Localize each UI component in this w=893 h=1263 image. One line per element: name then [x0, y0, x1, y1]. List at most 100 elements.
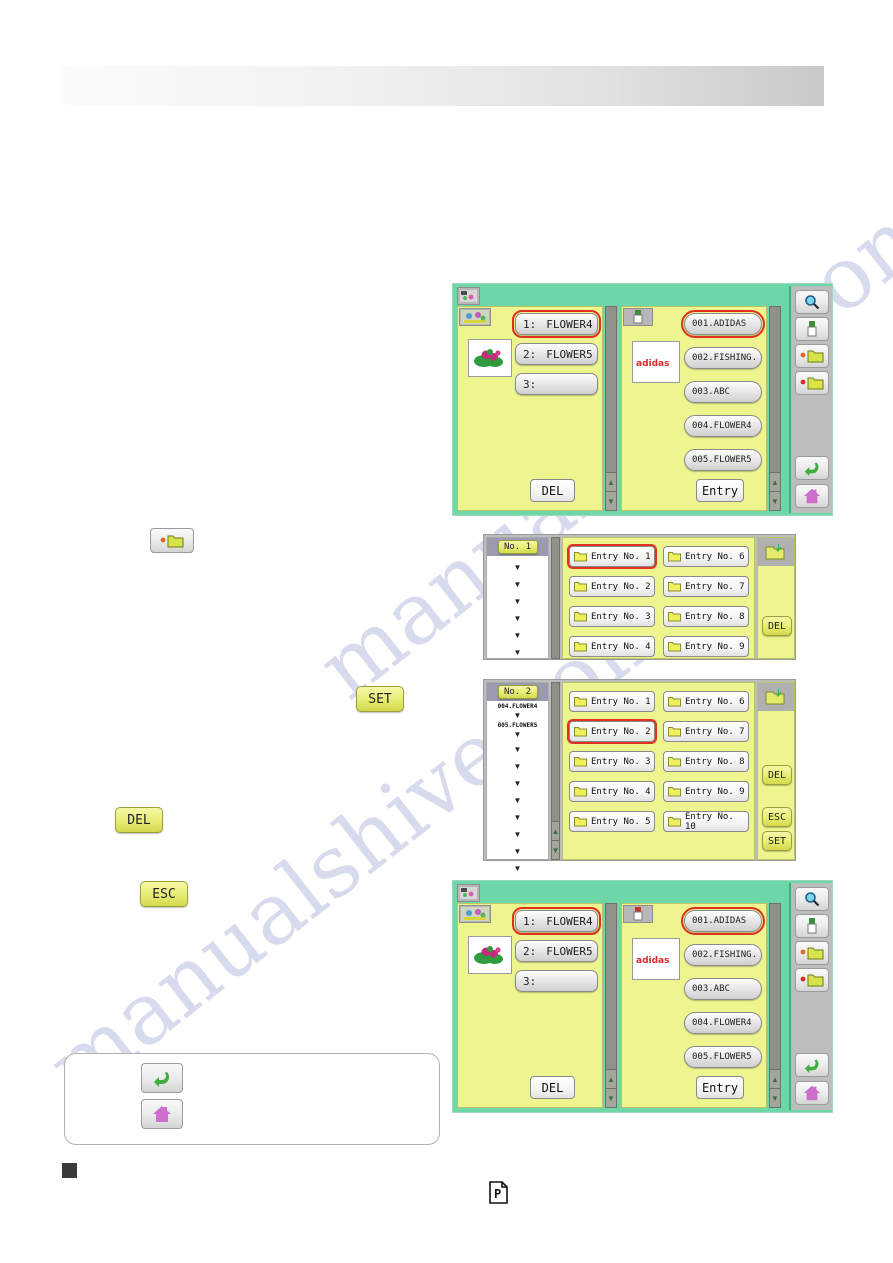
note-back-button[interactable] — [141, 1063, 183, 1093]
entry-button[interactable]: Entry No. 9 — [663, 636, 749, 657]
toolbar-home-button-2[interactable] — [795, 1081, 829, 1105]
pattern-item-3[interactable]: 3: — [515, 373, 598, 395]
left-scroll-down-arrow[interactable]: ▼ — [606, 491, 616, 510]
entry2-scrollbar[interactable]: ▲ ▼ — [551, 682, 560, 860]
right-scrollbar-thumb-2[interactable] — [770, 904, 780, 1069]
entry1-del-button[interactable]: DEL — [762, 616, 792, 636]
toolbar-search-button-2[interactable] — [795, 887, 829, 911]
memory-item-3[interactable]: 003.ABC — [684, 978, 762, 1000]
inline-del-button[interactable]: DEL — [115, 807, 163, 833]
pattern-item-2[interactable]: 2: FLOWER5 — [515, 940, 598, 962]
entry-button[interactable]: Entry No. 2 — [569, 576, 655, 597]
entry-button[interactable]: Entry No. 10 — [663, 811, 749, 832]
entry-button[interactable]: Entry No. 6 — [663, 691, 749, 712]
memory-item-5[interactable]: 005.FLOWER5 — [684, 1046, 762, 1068]
embroidery-thumb-icon — [461, 907, 489, 921]
left-scrollbar-thumb-2[interactable] — [606, 904, 616, 1069]
pattern-item-name: FLOWER5 — [546, 944, 593, 958]
entry-button[interactable]: Entry No. 8 — [663, 751, 749, 772]
toolbar-folder-button-2-2[interactable] — [795, 968, 829, 992]
toolbar-memory-button[interactable] — [795, 317, 829, 341]
toolbar-memory-button-2[interactable] — [795, 914, 829, 938]
folder-open-icon — [800, 350, 824, 363]
entry-button[interactable]: Entry No. 8 — [663, 606, 749, 627]
entry1-arrow-list: ▼ ▼ ▼ ▼ ▼ ▼ — [487, 556, 548, 661]
left-scroll-up-arrow-2[interactable]: ▲ — [606, 1069, 616, 1088]
memory-item-4[interactable]: 004.FLOWER4 — [684, 415, 762, 437]
right-entry-button-2[interactable]: Entry — [696, 1076, 744, 1099]
memory-item-2[interactable]: 002.FISHING. — [684, 347, 762, 369]
toolbar-home-button[interactable] — [795, 484, 829, 508]
toolbar-folder-button-1[interactable] — [795, 344, 829, 368]
toolbar-back-button-2[interactable] — [795, 1053, 829, 1077]
list-down-arrow: ▼ — [513, 745, 522, 754]
left-del-button[interactable]: DEL — [530, 479, 575, 502]
entry-button[interactable]: Entry No. 5 — [569, 811, 655, 832]
entry2-scroll-up-arrow[interactable]: ▲ — [552, 821, 559, 840]
entry1-scrollbar-thumb[interactable] — [552, 538, 559, 658]
left-scrollbar[interactable]: ▲ ▼ — [605, 306, 617, 511]
pattern-item-3[interactable]: 3: — [515, 970, 598, 992]
entry-button[interactable]: Entry No. 2 — [567, 719, 657, 744]
entry-button[interactable]: Entry No. 3 — [569, 606, 655, 627]
left-scrollbar-thumb[interactable] — [606, 307, 616, 472]
toolbar-folder-button-1-2[interactable] — [795, 941, 829, 965]
entry-button[interactable]: Entry No. 3 — [569, 751, 655, 772]
entry2-esc-button[interactable]: ESC — [762, 807, 792, 827]
entry-button[interactable]: Entry No. 1 — [569, 691, 655, 712]
entry2-del-button[interactable]: DEL — [762, 765, 792, 785]
folder-add-icon — [160, 535, 184, 547]
right-scrollbar-thumb[interactable] — [770, 307, 780, 472]
right-panel-header-icon-2[interactable] — [623, 905, 653, 923]
left-scroll-down-arrow-2[interactable]: ▼ — [606, 1088, 616, 1107]
toolbar-back-button[interactable] — [795, 456, 829, 480]
pattern-item-2[interactable]: 2: FLOWER5 — [515, 343, 598, 365]
memory-item-4[interactable]: 004.FLOWER4 — [684, 1012, 762, 1034]
entry-button[interactable]: Entry No. 7 — [663, 576, 749, 597]
right-scroll-up-arrow[interactable]: ▲ — [770, 472, 780, 491]
entry2-folder-save-button[interactable] — [758, 683, 794, 711]
right-scroll-up-arrow-2[interactable]: ▲ — [770, 1069, 780, 1088]
memory-item-2[interactable]: 002.FISHING. — [684, 944, 762, 966]
screen-mode-icon-2[interactable] — [457, 884, 480, 902]
toolbar-folder-button-2[interactable] — [795, 371, 829, 395]
left-scroll-up-arrow[interactable]: ▲ — [606, 472, 616, 491]
entry-button[interactable]: Entry No. 6 — [663, 546, 749, 567]
toolbar-search-button[interactable] — [795, 290, 829, 314]
right-entry-button[interactable]: Entry — [696, 479, 744, 502]
right-panel-header-icon[interactable] — [623, 308, 653, 326]
entry-button[interactable]: Entry No. 4 — [569, 781, 655, 802]
list-down-arrow: ▼ — [513, 631, 522, 640]
right-scroll-down-arrow[interactable]: ▼ — [770, 491, 780, 510]
pattern-item-1[interactable]: 1: FLOWER4 — [512, 907, 601, 935]
note-home-button[interactable] — [141, 1099, 183, 1129]
device-screen-entry-2: No. 2 004.FLOWER4▼005.FLOWER5▼ ▼▼▼▼▼▼▼▼▼… — [483, 679, 796, 890]
entry-button[interactable]: Entry No. 9 — [663, 781, 749, 802]
memory-item-1[interactable]: 001.ADIDAS — [681, 310, 765, 338]
entry1-folder-save-button[interactable] — [758, 538, 794, 566]
right-scrollbar[interactable]: ▲ ▼ — [769, 306, 781, 511]
entry-button[interactable]: Entry No. 4 — [569, 636, 655, 657]
entry1-scrollbar[interactable] — [551, 537, 560, 659]
right-scrollbar-2[interactable]: ▲ ▼ — [769, 903, 781, 1108]
inline-folder-add-button[interactable] — [150, 528, 194, 553]
memory-item-3[interactable]: 003.ABC — [684, 381, 762, 403]
left-del-button-2[interactable]: DEL — [530, 1076, 575, 1099]
entry-button-label: Entry No. 9 — [685, 786, 745, 797]
entry-button[interactable]: Entry No. 7 — [663, 721, 749, 742]
memory-item-5[interactable]: 005.FLOWER5 — [684, 449, 762, 471]
entry2-scroll-down-arrow[interactable]: ▼ — [552, 840, 559, 859]
left-scrollbar-2[interactable]: ▲ ▼ — [605, 903, 617, 1108]
screen-mode-icon[interactable] — [457, 287, 480, 305]
pattern-item-1[interactable]: 1: FLOWER4 — [512, 310, 601, 338]
pattern-item-name: FLOWER4 — [546, 914, 593, 928]
inline-esc-button[interactable]: ESC — [140, 881, 188, 907]
entry-button[interactable]: Entry No. 1 — [567, 544, 657, 569]
memory-item-1[interactable]: 001.ADIDAS — [681, 907, 765, 935]
right-scroll-down-arrow-2[interactable]: ▼ — [770, 1088, 780, 1107]
entry2-set-button[interactable]: SET — [762, 831, 792, 851]
inline-set-button[interactable]: SET — [356, 686, 404, 712]
entry2-scrollbar-thumb[interactable] — [552, 683, 559, 821]
left-panel-header-icon-2[interactable] — [459, 905, 491, 923]
left-panel-header-icon[interactable] — [459, 308, 491, 326]
